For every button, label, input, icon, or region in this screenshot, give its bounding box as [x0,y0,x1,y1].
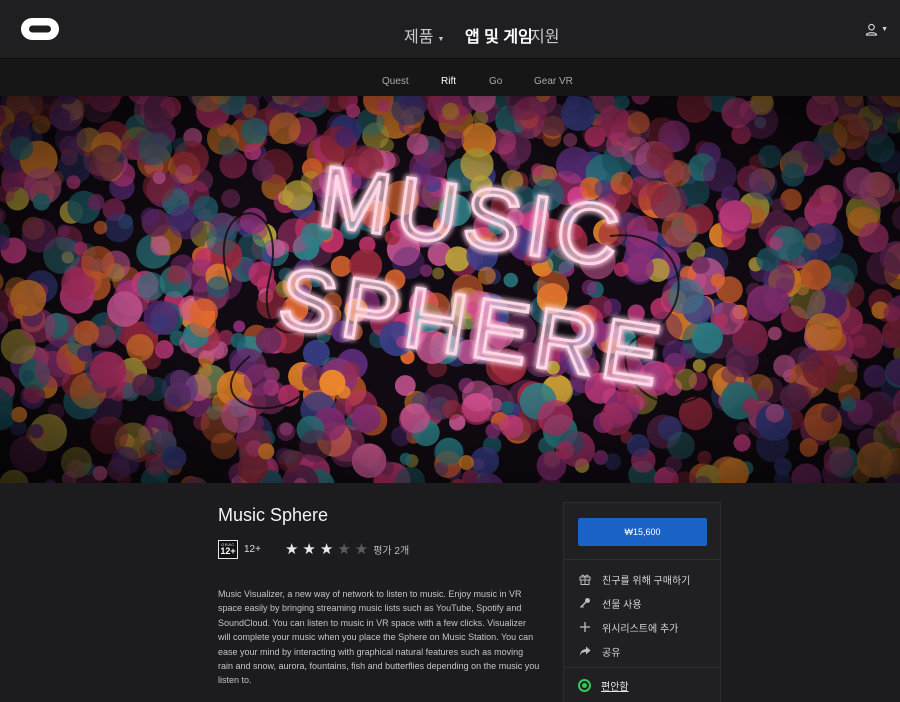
star-icon: ★ [302,540,316,558]
divider [564,667,720,668]
product-description: Music Visualizer, a new way of network t… [218,589,540,686]
nav-support[interactable]: 지원 [530,23,559,47]
user-icon [865,23,878,36]
oculus-logo-icon[interactable] [19,16,61,42]
purchase-panel: ₩15,600 친구를 위해 구매하기 선물 사용 위시리스트에 추가 공유 편… [563,502,721,702]
buy-for-friend-button[interactable]: 친구를 위해 구매하기 [578,571,690,587]
star-rating: ★ ★ ★ ★ ★ [285,542,368,557]
age-rating-number: 12+ [220,545,236,556]
comfort-label: 편안함 [601,682,629,693]
nav-apps-games[interactable]: 앱 및 게임 [465,23,533,47]
top-navigation: 제품 ▼ 앱 및 게임 지원 ▼ [0,0,900,58]
subnav-rift[interactable]: Rift [441,76,456,87]
hero-banner: MUSIC SPHERE [0,96,900,483]
key-icon [578,596,592,610]
subnav-go[interactable]: Go [489,76,502,87]
redeem-gift-button[interactable]: 선물 사용 [578,595,642,611]
rating-row: GRAC 12+ 12+ ★ ★ ★ ★ ★ 평가 2개 [218,539,409,559]
star-icon: ★ [284,540,299,558]
product-title: Music Sphere [218,505,329,525]
add-to-wishlist-button[interactable]: 위시리스트에 추가 [578,619,678,635]
star-icon: ★ [337,540,351,558]
star-icon: ★ [354,540,369,558]
comfort-icon [578,679,591,692]
hero-image: MUSIC SPHERE [0,96,900,483]
subnav-gear-vr[interactable]: Gear VR [534,76,573,87]
divider [564,559,720,560]
age-rating-badge: GRAC 12+ [218,539,238,559]
nav-products[interactable]: 제품 ▼ [404,23,444,47]
action-label: 공유 [602,647,621,659]
chevron-down-icon: ▼ [881,26,888,33]
comfort-rating[interactable]: 편안함 [578,678,629,693]
action-label: 선물 사용 [602,599,642,611]
subnav-quest[interactable]: Quest [382,76,409,87]
star-icon: ★ [319,540,334,558]
platform-subnav: Quest Rift Go Gear VR [0,58,900,96]
rating-count[interactable]: 평가 2개 [373,542,409,557]
product-details: Music Sphere GRAC 12+ 12+ ★ ★ ★ ★ ★ 평가 2개 Mu… [0,483,900,702]
buy-button[interactable]: ₩15,600 [578,518,707,546]
chevron-down-icon: ▼ [437,36,445,43]
action-label: 친구를 위해 구매하기 [602,575,691,587]
age-rating-text: 12+ [244,543,261,555]
action-label: 위시리스트에 추가 [602,623,679,635]
user-menu[interactable]: ▼ [865,23,888,36]
share-icon [578,644,592,658]
gift-icon [578,572,592,586]
share-button[interactable]: 공유 [578,643,620,659]
plus-icon [578,620,592,634]
